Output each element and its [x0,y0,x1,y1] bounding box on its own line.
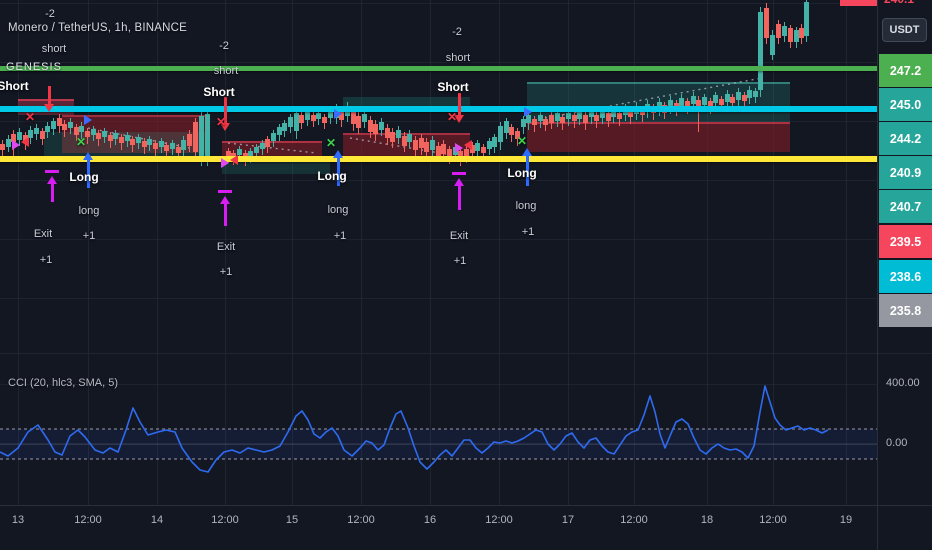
time-axis-label: 12:00 [74,514,102,526]
x-mark-icon: ✕ [215,115,227,129]
marker-label: +1 [82,230,96,242]
right-triangle-icon [455,143,463,153]
time-axis-label: 12:00 [347,514,375,526]
price-scale-axis[interactable]: 240.1 USDT 247.2245.0244.2240.9240.7239.… [877,0,932,550]
down-arrow-icon [458,93,461,116]
right-triangle-icon [12,140,20,150]
left-triangle-icon [464,140,472,150]
price-scale-label: 238.6 [879,260,932,293]
exit-arrow-stem [224,203,227,226]
exit-arrow-stem [458,185,461,210]
right-triangle-icon [334,109,342,119]
marker-label: long [78,205,100,217]
marker-label: Exit [449,230,469,242]
price-scale-label: 247.2 [879,54,932,87]
exit-arrow-stem [51,183,54,202]
time-axis-label: 12:00 [759,514,787,526]
marker-label: -2 [219,40,229,52]
tradingview-chart-window: -2 short Short ✕ Exit +1 ✕ Long long +1 -2 short Sho… [0,0,932,550]
marker-label: short [41,43,67,55]
marker-label: short [445,52,471,64]
clipped-price-label: 240.1 [884,0,914,6]
time-axis-label: 19 [839,514,853,526]
time-axis-label: 17 [561,514,575,526]
marker-label: long [327,204,349,216]
price-scale-label: 240.9 [879,156,932,189]
cci-axis-label: 0.00 [886,437,908,449]
marker-label: short [213,65,239,77]
marker-label: Exit [216,241,236,253]
cci-axis-label: 400.00 [886,377,920,389]
price-scale-label: 244.2 [879,122,932,155]
marker-signal-label: Long [317,169,347,183]
genesis-line-label: GENESIS [6,61,62,73]
marker-signal-label: Long [69,170,99,184]
marker-label: long [515,200,537,212]
marker-label: -2 [45,8,55,20]
marker-label: +1 [219,266,233,278]
marker-signal-label: Long [507,166,537,180]
down-arrow-icon [48,86,51,105]
marker-signal-label: Short [203,85,235,99]
currency-unit-badge[interactable]: USDT [882,18,927,42]
marker-signal-label: Short [0,79,29,93]
exit-arrow-bar [218,190,232,193]
marker-label: Exit [33,228,53,240]
time-axis-label: 12:00 [485,514,513,526]
price-scale-label: 235.8 [879,294,932,327]
x-mark-icon: ✕ [446,110,458,124]
trade-marker-layer: -2 short Short ✕ Exit +1 ✕ Long long +1 -2 short Sho… [0,0,932,550]
symbol-title[interactable]: Monero / TetherUS, 1h, BINANCE [8,22,187,34]
cci-indicator-title[interactable]: CCI (20, hlc3, SMA, 5) [8,377,118,389]
time-axis-label: 14 [150,514,164,526]
marker-label: +1 [333,230,347,242]
x-mark-icon: ✕ [325,136,337,150]
right-triangle-icon [221,158,229,168]
pane-separator[interactable] [0,353,932,354]
x-mark-icon: ✕ [516,134,528,148]
exit-arrow-bar [45,170,59,173]
marker-label: +1 [39,254,53,266]
right-triangle-icon [84,115,92,125]
time-axis-label: 15 [285,514,299,526]
price-scale-label: 239.5 [879,225,932,258]
exit-arrow-bar [452,172,466,175]
time-axis-label: 18 [700,514,714,526]
x-mark-icon: ✕ [75,135,87,149]
time-axis[interactable]: 13 12:00 14 12:00 15 12:00 16 12:00 17 12:00 18 12:… [0,505,932,550]
price-scale-label: 240.7 [879,190,932,223]
right-triangle-icon [524,107,532,117]
left-triangle-icon [21,137,29,147]
time-axis-separator [0,505,932,506]
price-scale-label: 245.0 [879,88,932,121]
marker-label: +1 [521,226,535,238]
time-axis-label: 16 [423,514,437,526]
time-axis-label: 13 [11,514,25,526]
marker-label: +1 [453,255,467,267]
down-arrow-head [44,104,54,112]
marker-label: -2 [452,26,462,38]
time-axis-label: 12:00 [620,514,648,526]
left-triangle-icon [230,155,238,165]
time-axis-label: 12:00 [211,514,239,526]
x-mark-icon: ✕ [24,110,36,124]
marker-signal-label: Short [437,80,469,94]
